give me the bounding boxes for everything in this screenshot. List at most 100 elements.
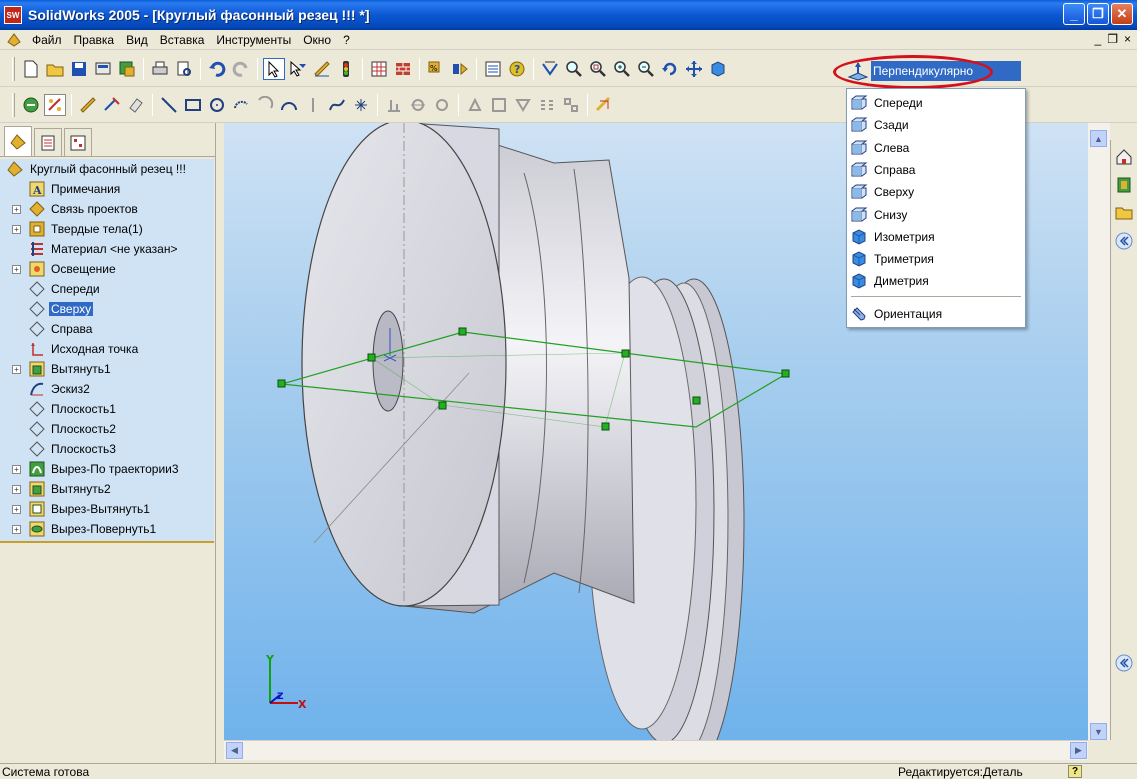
expand-task-pane-button[interactable] bbox=[1113, 652, 1135, 674]
expand-toggle[interactable]: + bbox=[12, 364, 21, 374]
doc-minimize-button[interactable]: _ bbox=[1095, 32, 1102, 46]
tree-item[interactable]: Сверху bbox=[0, 299, 214, 319]
menu-window[interactable]: Окно bbox=[297, 33, 337, 47]
tree-item[interactable]: + Твердые тела(1) bbox=[0, 219, 214, 239]
macro-button[interactable] bbox=[449, 58, 471, 80]
expand-toggle[interactable]: + bbox=[12, 504, 21, 514]
menu-insert[interactable]: Вставка bbox=[154, 33, 211, 47]
expand-toggle[interactable]: + bbox=[12, 464, 21, 474]
doc-restore-button[interactable]: ❐ bbox=[1107, 32, 1118, 46]
view-orientation-item[interactable]: Спереди bbox=[847, 92, 1025, 114]
tab-configuration-manager[interactable] bbox=[64, 128, 92, 156]
tree-item[interactable]: Эскиз2 bbox=[0, 379, 214, 399]
expand-toggle[interactable]: + bbox=[12, 204, 21, 214]
centerline-button[interactable] bbox=[302, 94, 324, 116]
tree-item[interactable]: Плоскость3 bbox=[0, 439, 214, 459]
mirror-button[interactable] bbox=[407, 94, 429, 116]
file-explorer-button[interactable] bbox=[1113, 202, 1135, 224]
tree-item[interactable]: Плоскость1 bbox=[0, 399, 214, 419]
rectangle-button[interactable] bbox=[182, 94, 204, 116]
open-button[interactable] bbox=[44, 58, 66, 80]
tree-item[interactable]: Справа bbox=[0, 319, 214, 339]
sketch-button[interactable] bbox=[311, 58, 333, 80]
tree-item[interactable]: + Вырез-Вытянуть1 bbox=[0, 499, 214, 519]
redo-button[interactable] bbox=[230, 58, 252, 80]
undo-button[interactable] bbox=[206, 58, 228, 80]
three-point-arc-button[interactable] bbox=[278, 94, 300, 116]
view-orientation-combo[interactable]: Перпендикулярно bbox=[843, 60, 1023, 82]
line-button[interactable] bbox=[158, 94, 180, 116]
sketch-button[interactable] bbox=[77, 94, 99, 116]
view-orientation-item[interactable]: Триметрия bbox=[847, 248, 1025, 270]
print-preview-button[interactable] bbox=[92, 58, 114, 80]
view-orientation-item[interactable]: Снизу bbox=[847, 204, 1025, 226]
linear-pattern-button[interactable] bbox=[536, 94, 558, 116]
horizontal-scrollbar[interactable]: ◀ ▶ bbox=[224, 740, 1088, 760]
eraser-button[interactable] bbox=[125, 94, 147, 116]
tree-item[interactable]: + Связь проектов bbox=[0, 199, 214, 219]
vertical-scrollbar[interactable]: ▲ ▼ bbox=[1088, 123, 1110, 740]
trim-button[interactable] bbox=[464, 94, 486, 116]
tree-item[interactable]: A Примечания bbox=[0, 179, 214, 199]
menu-tools[interactable]: Инструменты bbox=[210, 33, 297, 47]
tangent-arc-button[interactable] bbox=[254, 94, 276, 116]
relations-button[interactable] bbox=[383, 94, 405, 116]
preview-button[interactable] bbox=[173, 58, 195, 80]
view-orientation-item[interactable]: Диметрия bbox=[847, 270, 1025, 292]
zoom-to-fit-button[interactable] bbox=[563, 58, 585, 80]
scroll-down-arrow[interactable]: ▼ bbox=[1090, 723, 1107, 740]
tree-item[interactable]: Материал <не указан> bbox=[0, 239, 214, 259]
dimension-button[interactable]: % bbox=[425, 58, 447, 80]
tab-property-manager[interactable] bbox=[34, 128, 62, 156]
design-library-button[interactable] bbox=[1113, 174, 1135, 196]
view-orientation-item[interactable]: Слева bbox=[847, 137, 1025, 159]
zoom-area-button[interactable] bbox=[587, 58, 609, 80]
convert-button[interactable] bbox=[512, 94, 534, 116]
tree-item[interactable]: + Вырез-Повернуть1 bbox=[0, 519, 214, 539]
menu-help[interactable]: ? bbox=[337, 33, 356, 47]
print-button[interactable] bbox=[149, 58, 171, 80]
tree-root[interactable]: Круглый фасонный резец !!! bbox=[0, 159, 214, 179]
scroll-left-arrow[interactable]: ◀ bbox=[226, 742, 243, 759]
tree-item[interactable]: + Вырез-По траектории3 bbox=[0, 459, 214, 479]
close-button[interactable]: ✕ bbox=[1111, 3, 1133, 25]
offset-button[interactable] bbox=[431, 94, 453, 116]
traffic-light-button[interactable] bbox=[335, 58, 357, 80]
tree-item[interactable]: Плоскость2 bbox=[0, 419, 214, 439]
menu-file[interactable]: Файл bbox=[26, 33, 68, 47]
view-3d-button[interactable] bbox=[707, 58, 729, 80]
publish-button[interactable] bbox=[116, 58, 138, 80]
menu-edit[interactable]: Правка bbox=[68, 33, 121, 47]
scroll-right-arrow[interactable]: ▶ bbox=[1070, 742, 1087, 759]
help-button[interactable]: ? bbox=[506, 58, 528, 80]
view-orientation-item[interactable]: Справа bbox=[847, 159, 1025, 181]
expand-toggle[interactable]: + bbox=[12, 484, 21, 494]
tree-item[interactable]: + Вытянуть1 bbox=[0, 359, 214, 379]
view-orientation-item[interactable]: Сверху bbox=[847, 181, 1025, 203]
view-selector-button[interactable] bbox=[539, 58, 561, 80]
expand-toggle[interactable]: + bbox=[12, 224, 21, 234]
maximize-button[interactable]: ❐ bbox=[1087, 3, 1109, 25]
sketch-tools-button[interactable] bbox=[593, 94, 615, 116]
tree-item[interactable]: Спереди bbox=[0, 279, 214, 299]
point-button[interactable] bbox=[350, 94, 372, 116]
grid-button[interactable] bbox=[368, 58, 390, 80]
solidworks-resources-button[interactable] bbox=[1113, 146, 1135, 168]
view-orientation-item[interactable]: Изометрия bbox=[847, 226, 1025, 248]
current-view-field[interactable]: Перпендикулярно bbox=[871, 61, 1021, 81]
new-button[interactable] bbox=[20, 58, 42, 80]
scroll-up-arrow[interactable]: ▲ bbox=[1090, 130, 1107, 147]
document-menu-icon[interactable] bbox=[6, 32, 22, 48]
spline-button[interactable] bbox=[326, 94, 348, 116]
rebuild-selection-button[interactable] bbox=[287, 58, 309, 80]
tree-item[interactable]: + Вытянуть2 bbox=[0, 479, 214, 499]
doc-close-button[interactable]: × bbox=[1124, 32, 1131, 46]
properties-button[interactable] bbox=[482, 58, 504, 80]
zoom-selection-button[interactable] bbox=[635, 58, 657, 80]
collapse-task-pane-button[interactable] bbox=[1113, 230, 1135, 252]
view-orientation-item[interactable]: Сзади bbox=[847, 114, 1025, 136]
save-button[interactable] bbox=[68, 58, 90, 80]
expand-toggle[interactable]: + bbox=[12, 524, 21, 534]
menu-view[interactable]: Вид bbox=[120, 33, 154, 47]
rotate-view-button[interactable] bbox=[659, 58, 681, 80]
